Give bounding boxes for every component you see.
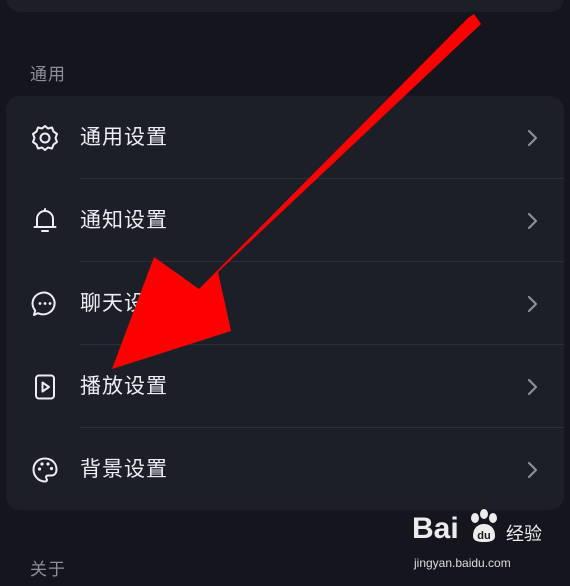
chevron-right-icon <box>527 129 538 147</box>
menu-item-label: 通用设置 <box>80 125 168 149</box>
bell-icon <box>30 206 60 236</box>
menu-item-notification-settings[interactable]: 通知设置 <box>6 179 564 262</box>
menu-item-label: 播放设置 <box>80 374 168 398</box>
svg-text:du: du <box>477 530 490 542</box>
menu-item-label: 聊天设置 <box>80 291 168 315</box>
menu-item-playback-settings[interactable]: 播放设置 <box>6 345 564 428</box>
menu-item-chat-settings[interactable]: 聊天设置 <box>6 262 564 345</box>
watermark-brand: Bai <box>412 512 459 545</box>
paw-logo-icon: du <box>471 509 497 542</box>
section-label-about: 关于 <box>30 560 66 580</box>
menu-item-general-settings[interactable]: 通用设置 <box>6 96 564 179</box>
play-icon <box>30 372 60 402</box>
watermark-jingyan: 经验 <box>506 524 542 545</box>
menu-item-label: 通知设置 <box>80 208 168 232</box>
settings-card-general: 通用设置 通知设置 聊天设置 播放设置 背景设置 <box>6 96 564 510</box>
previous-section-card <box>6 0 564 12</box>
menu-item-background-settings[interactable]: 背景设置 <box>6 428 564 511</box>
section-label-general: 通用 <box>30 65 66 85</box>
menu-item-label: 背景设置 <box>80 457 168 481</box>
chevron-right-icon <box>527 295 538 313</box>
chevron-right-icon <box>527 212 538 230</box>
chevron-right-icon <box>527 378 538 396</box>
watermark-url: jingyan.baidu.com <box>414 556 511 570</box>
palette-icon <box>30 455 60 485</box>
baidu-jingyan-watermark: Bai du 经验 jingyan.baidu.com <box>410 508 560 580</box>
chevron-right-icon <box>527 461 538 479</box>
chat-bubble-icon <box>30 289 60 319</box>
gear-icon <box>30 123 60 153</box>
